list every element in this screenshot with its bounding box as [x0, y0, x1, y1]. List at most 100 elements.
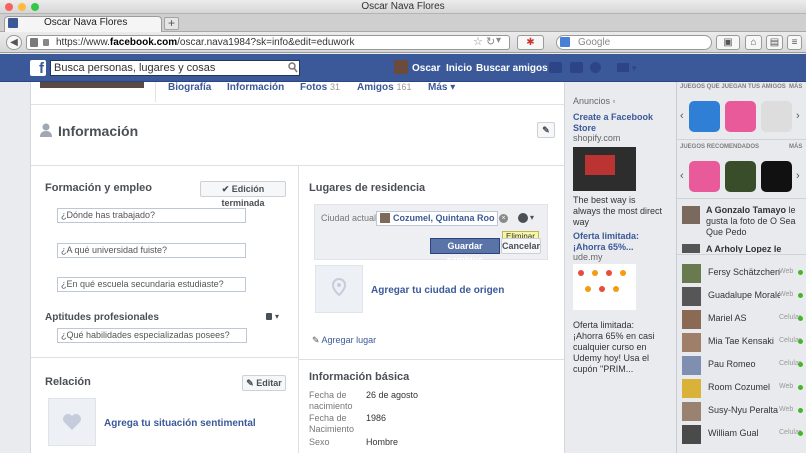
addon-button-2[interactable]: ▤ [766, 35, 783, 50]
basic-row-label: Fecha de Nacimiento [309, 413, 355, 434]
bookmark-star-icon[interactable]: ☆ [473, 35, 483, 48]
chat-friend[interactable]: Susy-Nyu Peralta Web [678, 400, 806, 422]
reload-icon[interactable]: ↻ [486, 35, 495, 48]
edition-done-button[interactable]: ✔ Edición terminada [200, 181, 286, 208]
add-place-link[interactable]: ✎ Agregar lugar [312, 335, 376, 346]
chat-friend[interactable]: Mariel AS Celular [678, 308, 806, 330]
chat-friend-name: Fersy Schätzchen ... [708, 267, 780, 277]
section-title-basic: Información básica [309, 371, 410, 383]
avatar [682, 310, 701, 329]
skills-input[interactable]: ¿Qué habilidades especializadas posees? [57, 328, 247, 343]
ticker-avatar[interactable] [682, 206, 700, 224]
home-button[interactable]: ⌂ [745, 35, 762, 50]
game-icon-zombie[interactable] [725, 161, 756, 192]
tab-mas-chevron-icon: ▾ [450, 82, 456, 93]
chat-friend[interactable]: Guadalupe Morale...Web [678, 285, 806, 307]
privacy-chevron-icon[interactable]: ▾ [275, 312, 279, 321]
audience-chevron-icon[interactable]: ▾ [530, 213, 534, 222]
tab-fotos-count: 31 [330, 82, 341, 92]
game-icon-target[interactable] [761, 101, 792, 132]
url-text[interactable]: https://www.facebook.com/oscar.nava1984?… [56, 37, 355, 48]
screenshot-button[interactable]: ▣ [716, 35, 740, 50]
ticker-story[interactable]: A Gonzalo Tamayo le gusta la foto de O S… [706, 205, 804, 238]
check-icon: ✔ [221, 184, 232, 194]
tab-mas[interactable]: Más ▾ [428, 82, 455, 93]
notifications-globe-icon[interactable] [590, 62, 601, 73]
game-icon-panda[interactable] [725, 101, 756, 132]
tab-informacion[interactable]: Información [227, 82, 284, 93]
audience-globe-icon[interactable] [518, 213, 528, 223]
chat-friend[interactable]: Pau Romeo Celular [678, 354, 806, 376]
cancel-button[interactable]: Cancelar [501, 238, 541, 254]
basic-row-value: 1986 [366, 413, 387, 423]
avatar [682, 264, 701, 283]
remove-city-icon[interactable]: × [499, 214, 508, 223]
tab-title: Oscar Nava Flores [44, 17, 128, 28]
edit-relation-button[interactable]: ✎ Editar [242, 375, 286, 391]
nav-user-name[interactable]: Oscar [412, 63, 440, 74]
skills-title: Aptitudes profesionales [45, 312, 159, 323]
tab-fotos[interactable]: Fotos 31 [300, 82, 340, 93]
menu-button[interactable]: ≡ [787, 35, 802, 50]
ad-image-store[interactable] [573, 147, 636, 191]
back-button[interactable]: ◀ [6, 35, 22, 50]
nav-find-friends[interactable]: Buscar amigos [476, 63, 548, 74]
new-tab-button[interactable]: + [164, 17, 179, 30]
university-input[interactable]: ¿A qué universidad fuiste? [57, 243, 246, 258]
addon-button[interactable]: ✱ [517, 35, 544, 50]
edit-pencil-button[interactable]: ✎ [537, 122, 555, 138]
add-relationship-link[interactable]: Agrega tu situación sentimental [104, 418, 256, 429]
game-icon-walking-dead[interactable] [761, 161, 792, 192]
facebook-logo-icon[interactable]: f [30, 60, 46, 77]
game-icon-olympics[interactable] [689, 101, 720, 132]
ticker-story[interactable]: A Arholy Lopez le gusta [706, 244, 804, 253]
games-recommended-more[interactable]: MÁS [789, 144, 802, 150]
user-avatar[interactable] [394, 60, 408, 74]
account-settings-icon[interactable]: ▾ [632, 63, 637, 74]
tab-amigos-count: 161 [396, 82, 412, 92]
site-icon [30, 38, 38, 47]
dropdown-chevron-icon[interactable]: ▾ [496, 35, 501, 46]
ad-domain: shopify.com [573, 133, 621, 143]
search-icon[interactable] [288, 62, 298, 73]
url-prefix: https://www. [56, 37, 110, 48]
tab-amigos[interactable]: Amigos 161 [357, 82, 411, 93]
ticker-avatar[interactable] [682, 244, 700, 253]
carousel-next-icon[interactable]: › [796, 110, 800, 122]
carousel-prev-icon[interactable]: ‹ [680, 110, 684, 122]
privacy-shortcuts-icon[interactable] [617, 63, 629, 72]
game-icon-panda-pop[interactable] [689, 161, 720, 192]
chat-friend[interactable]: Room Cozumel Web [678, 377, 806, 399]
add-hometown-link[interactable]: Agregar tu ciudad de origen [371, 285, 504, 296]
tab-biografia[interactable]: Biografía [168, 82, 211, 93]
city-thumbnail [380, 213, 390, 223]
profile-picture[interactable] [40, 82, 144, 88]
carousel-next-icon[interactable]: › [796, 170, 800, 182]
carousel-prev-icon[interactable]: ‹ [680, 170, 684, 182]
ticker-actor: A Gonzalo Tamayo [706, 205, 787, 215]
nav-home[interactable]: Inicio [446, 63, 472, 74]
privacy-lock-icon[interactable] [266, 313, 272, 320]
divider [31, 104, 564, 105]
online-dot-icon [798, 385, 803, 390]
chat-friend-name: Guadalupe Morale... [708, 290, 780, 300]
current-city-value: Cozumel, Quintana Roo, Mexi [393, 213, 495, 223]
ad-title[interactable]: Oferta limitada: ¡Ahorra 65%... [573, 231, 663, 253]
games-friends-more[interactable]: MÁS [789, 84, 802, 90]
save-changes-button[interactable]: Guardar cambios [430, 238, 500, 265]
online-dot-icon [798, 316, 803, 321]
friend-requests-icon[interactable] [549, 62, 562, 73]
chat-friend[interactable]: Mia Tae Kensaki Celular [678, 331, 806, 353]
work-input[interactable]: ¿Dónde has trabajado? [57, 208, 246, 223]
basic-row-value: Hombre [366, 437, 399, 447]
ad-dot [613, 286, 619, 292]
messages-icon[interactable] [570, 62, 583, 73]
chat-friend[interactable]: William Gual Celular [678, 423, 806, 445]
online-dot-icon [798, 362, 803, 367]
divider [677, 254, 806, 255]
ads-header: Anuncios ▫ [573, 96, 615, 106]
ad-title[interactable]: Create a Facebook Store [573, 112, 663, 134]
section-title-places: Lugares de residencia [309, 182, 426, 194]
chat-friend[interactable]: Fersy Schätzchen ...Web [678, 262, 806, 284]
high-school-input[interactable]: ¿En qué escuela secundaria estudiaste? [57, 277, 246, 292]
